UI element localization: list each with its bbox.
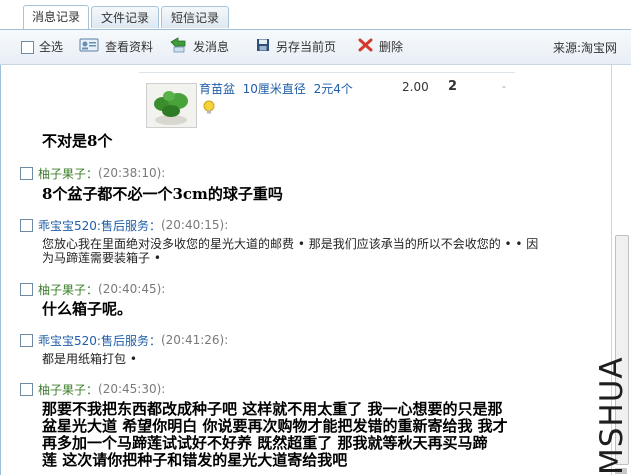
message-time: (20:41:26): [160,333,229,347]
select-all-label: 全选 [39,40,64,54]
source-label: 来源:淘宝网 [552,41,617,55]
checkbox-icon [21,40,34,54]
message-text-line: 再多加一个马蹄莲试试好不好养 既然超重了 那我就等秋天再买马蹄 [42,434,488,452]
message-time: (20:38:10): [98,166,166,180]
message-text-line: 莲 这次请你把种子和错发的星光大道寄给我吧 [42,451,348,469]
message-header: 柚子果子： (20:40:45): [20,280,165,298]
message-text: 8个盆子都不必一个3cm的球子重吗 [42,185,283,203]
send-message-icon [169,37,187,57]
tab-bar: 消息记录 文件记录 短信记录 [0,0,631,30]
message-checkbox[interactable] [20,166,33,180]
tab-message-records[interactable]: 消息记录 [23,5,89,29]
save-page-label: 另存当前页 [276,40,337,54]
delete-button[interactable]: 删除 [358,38,404,56]
message-text: 都是用纸箱打包 • [42,352,137,366]
product-name: 育苗盆 [199,82,236,96]
message-text-line: 那要不我把东西都改成种子吧 这样就不用太重了 我一心想要的只是那 [42,400,503,418]
message-header: 乖宝宝520:售后服务： (20:40:15): [20,216,228,234]
sender-name: 乖宝宝520:售后服务： [38,218,161,233]
profile-card-icon [79,38,99,56]
view-profile-button[interactable]: 查看资料 [79,38,154,56]
product-link[interactable]: 育苗盆 10厘米直径 2元4个 [199,80,353,97]
plant-image [147,84,196,127]
message-time: (20:40:45): [98,282,166,296]
message-time: (20:40:15): [160,218,229,232]
message-text: 什么箱子呢。 [42,300,133,318]
message-checkbox[interactable] [20,333,33,347]
product-quantity: 2 [448,79,458,94]
product-spec: 10厘米直径 [242,82,306,96]
delete-x-icon [358,38,373,56]
message-checkbox[interactable] [20,382,33,396]
message-text: 不对是8个 [42,132,113,150]
sender-name: 乖宝宝520:售后服务： [38,333,161,348]
message-text-line: 为马蹄莲需要装箱子 • [42,251,161,265]
emoji-icon [201,100,217,119]
product-price-note: 2元4个 [313,82,353,96]
save-disk-icon [256,38,270,56]
product-extra: - [502,80,506,93]
message-time: (20:45:30): [98,382,166,396]
delete-label: 删除 [379,40,404,54]
select-all-checkbox[interactable]: 全选 [21,39,63,55]
message-text-line: 您放心我在里面绝对没多收您的星光大道的邮费 • 那是我们应该承当的所以不会收您的… [42,237,539,251]
watermark-text: MSHUA [594,356,630,475]
message-checkbox[interactable] [20,218,33,232]
send-message-label: 发消息 [193,40,230,54]
view-profile-label: 查看资料 [105,40,154,54]
message-header: 柚子果子： (20:45:30): [20,380,165,398]
product-thumbnail[interactable] [146,83,197,128]
message-header: 乖宝宝520:售后服务： (20:41:26): [20,331,228,349]
tab-file-records[interactable]: 文件记录 [91,6,159,28]
message-checkbox[interactable] [20,282,33,296]
message-header: 柚子果子： (20:38:10): [20,164,165,182]
toolbar: 全选 查看资料 发消息 另存当前页 删除 来源:淘宝网 [0,30,631,65]
tab-sms-records[interactable]: 短信记录 [161,6,229,28]
product-price: 2.00 [402,80,429,94]
message-text-line: 盆星光大道 希望你明白 你说要再次购物才能把发错的重新寄给我 我才 [42,417,508,435]
sender-name: 柚子果子： [38,282,99,297]
send-message-button[interactable]: 发消息 [169,37,230,57]
save-page-button[interactable]: 另存当前页 [256,39,336,55]
sender-name: 柚子果子： [38,166,99,181]
sender-name: 柚子果子： [38,382,99,397]
watermark: MSHUA [594,339,630,475]
